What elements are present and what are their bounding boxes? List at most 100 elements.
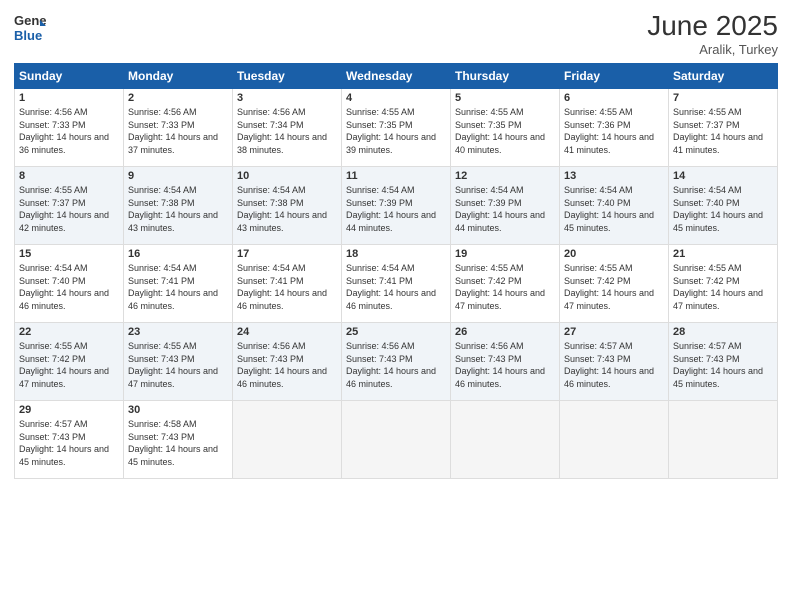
- day-info: Sunrise: 4:55 AMSunset: 7:36 PMDaylight:…: [564, 106, 664, 156]
- day-number: 5: [455, 92, 555, 104]
- day-number: 17: [237, 248, 337, 260]
- day-info: Sunrise: 4:55 AMSunset: 7:42 PMDaylight:…: [564, 262, 664, 312]
- day-number: 7: [673, 92, 773, 104]
- day-number: 20: [564, 248, 664, 260]
- col-header-tuesday: Tuesday: [233, 64, 342, 89]
- day-info: Sunrise: 4:54 AMSunset: 7:40 PMDaylight:…: [564, 184, 664, 234]
- day-number: 8: [19, 170, 119, 182]
- calendar-cell: 8Sunrise: 4:55 AMSunset: 7:37 PMDaylight…: [15, 167, 124, 245]
- day-number: 1: [19, 92, 119, 104]
- day-info: Sunrise: 4:56 AMSunset: 7:33 PMDaylight:…: [19, 106, 119, 156]
- calendar-cell: 21Sunrise: 4:55 AMSunset: 7:42 PMDayligh…: [669, 245, 778, 323]
- calendar-cell: 13 Sunrise: 4:54 AMSunset: 7:40 PMDayligh…: [560, 167, 669, 245]
- day-info: Sunrise: 4:54 AMSunset: 7:41 PMDaylight:…: [128, 262, 228, 312]
- week-row-1: 1 Sunrise: 4:56 AMSunset: 7:33 PMDaylight…: [15, 89, 778, 167]
- day-info: Sunrise: 4:54 AMSunset: 7:38 PMDaylight:…: [237, 184, 337, 234]
- day-info: Sunrise: 4:55 AMSunset: 7:42 PMDaylight:…: [455, 262, 555, 312]
- day-number: 3: [237, 92, 337, 104]
- calendar-cell: 16 Sunrise: 4:54 AMSunset: 7:41 PMDayligh…: [124, 245, 233, 323]
- day-number: 21: [673, 248, 773, 260]
- calendar-cell: 11 Sunrise: 4:54 AMSunset: 7:39 PMDayligh…: [342, 167, 451, 245]
- day-number: 28: [673, 326, 773, 338]
- calendar-cell: 23Sunrise: 4:55 AMSunset: 7:43 PMDayligh…: [124, 323, 233, 401]
- calendar-cell: 9 Sunrise: 4:54 AMSunset: 7:38 PMDaylight…: [124, 167, 233, 245]
- day-number: 12: [455, 170, 555, 182]
- week-row-5: 29Sunrise: 4:57 AMSunset: 7:43 PMDayligh…: [15, 401, 778, 479]
- month-year: June 2025: [647, 10, 778, 42]
- col-header-friday: Friday: [560, 64, 669, 89]
- day-info: Sunrise: 4:56 AMSunset: 7:34 PMDaylight:…: [237, 106, 337, 156]
- title-block: June 2025 Aralik, Turkey: [647, 10, 778, 57]
- calendar-cell: [451, 401, 560, 479]
- day-info: Sunrise: 4:58 AMSunset: 7:43 PMDaylight:…: [128, 418, 228, 468]
- day-number: 14: [673, 170, 773, 182]
- day-info: Sunrise: 4:56 AMSunset: 7:43 PMDaylight:…: [346, 340, 446, 390]
- day-info: Sunrise: 4:55 AMSunset: 7:37 PMDaylight:…: [673, 106, 773, 156]
- calendar-cell: 26 Sunrise: 4:56 AMSunset: 7:43 PMDayligh…: [451, 323, 560, 401]
- svg-text:Blue: Blue: [14, 28, 42, 43]
- calendar-cell: 27Sunrise: 4:57 AMSunset: 7:43 PMDayligh…: [560, 323, 669, 401]
- day-number: 24: [237, 326, 337, 338]
- week-row-4: 22Sunrise: 4:55 AMSunset: 7:42 PMDayligh…: [15, 323, 778, 401]
- day-number: 13: [564, 170, 664, 182]
- calendar-cell: 4 Sunrise: 4:55 AMSunset: 7:35 PMDaylight…: [342, 89, 451, 167]
- day-number: 2: [128, 92, 228, 104]
- day-info: Sunrise: 4:55 AMSunset: 7:35 PMDaylight:…: [346, 106, 446, 156]
- day-number: 16: [128, 248, 228, 260]
- day-info: Sunrise: 4:54 AMSunset: 7:40 PMDaylight:…: [673, 184, 773, 234]
- day-number: 26: [455, 326, 555, 338]
- day-number: 19: [455, 248, 555, 260]
- week-row-3: 15Sunrise: 4:54 AMSunset: 7:40 PMDayligh…: [15, 245, 778, 323]
- day-number: 25: [346, 326, 446, 338]
- calendar-cell: 3 Sunrise: 4:56 AMSunset: 7:34 PMDaylight…: [233, 89, 342, 167]
- calendar-cell: 18 Sunrise: 4:54 AMSunset: 7:41 PMDayligh…: [342, 245, 451, 323]
- calendar-cell: 5Sunrise: 4:55 AMSunset: 7:35 PMDaylight…: [451, 89, 560, 167]
- calendar: SundayMondayTuesdayWednesdayThursdayFrid…: [14, 63, 778, 479]
- calendar-cell: [669, 401, 778, 479]
- calendar-cell: 25 Sunrise: 4:56 AMSunset: 7:43 PMDayligh…: [342, 323, 451, 401]
- calendar-cell: 7 Sunrise: 4:55 AMSunset: 7:37 PMDaylight…: [669, 89, 778, 167]
- day-number: 15: [19, 248, 119, 260]
- day-info: Sunrise: 4:54 AMSunset: 7:39 PMDaylight:…: [346, 184, 446, 234]
- col-header-wednesday: Wednesday: [342, 64, 451, 89]
- day-number: 29: [19, 404, 119, 416]
- day-info: Sunrise: 4:54 AMSunset: 7:39 PMDaylight:…: [455, 184, 555, 234]
- calendar-cell: 6 Sunrise: 4:55 AMSunset: 7:36 PMDaylight…: [560, 89, 669, 167]
- day-number: 30: [128, 404, 228, 416]
- day-info: Sunrise: 4:57 AMSunset: 7:43 PMDaylight:…: [564, 340, 664, 390]
- calendar-cell: 14 Sunrise: 4:54 AMSunset: 7:40 PMDayligh…: [669, 167, 778, 245]
- calendar-cell: 19 Sunrise: 4:55 AMSunset: 7:42 PMDayligh…: [451, 245, 560, 323]
- calendar-cell: 30 Sunrise: 4:58 AMSunset: 7:43 PMDayligh…: [124, 401, 233, 479]
- calendar-cell: 10 Sunrise: 4:54 AMSunset: 7:38 PMDayligh…: [233, 167, 342, 245]
- header: GeneralBlue June 2025 Aralik, Turkey: [14, 10, 778, 57]
- day-number: 9: [128, 170, 228, 182]
- calendar-cell: 15Sunrise: 4:54 AMSunset: 7:40 PMDayligh…: [15, 245, 124, 323]
- col-header-saturday: Saturday: [669, 64, 778, 89]
- day-number: 23: [128, 326, 228, 338]
- col-header-thursday: Thursday: [451, 64, 560, 89]
- calendar-cell: 22Sunrise: 4:55 AMSunset: 7:42 PMDayligh…: [15, 323, 124, 401]
- calendar-cell: [233, 401, 342, 479]
- day-number: 10: [237, 170, 337, 182]
- day-number: 22: [19, 326, 119, 338]
- day-info: Sunrise: 4:56 AMSunset: 7:43 PMDaylight:…: [455, 340, 555, 390]
- calendar-cell: 29Sunrise: 4:57 AMSunset: 7:43 PMDayligh…: [15, 401, 124, 479]
- calendar-cell: 2Sunrise: 4:56 AMSunset: 7:33 PMDaylight…: [124, 89, 233, 167]
- logo-svg: GeneralBlue: [14, 10, 46, 46]
- day-info: Sunrise: 4:54 AMSunset: 7:38 PMDaylight:…: [128, 184, 228, 234]
- logo: GeneralBlue: [14, 10, 46, 46]
- day-number: 4: [346, 92, 446, 104]
- calendar-cell: 28 Sunrise: 4:57 AMSunset: 7:43 PMDayligh…: [669, 323, 778, 401]
- calendar-cell: [560, 401, 669, 479]
- day-number: 18: [346, 248, 446, 260]
- page: GeneralBlue June 2025 Aralik, Turkey Sun…: [0, 0, 792, 612]
- header-row: SundayMondayTuesdayWednesdayThursdayFrid…: [15, 64, 778, 89]
- calendar-cell: 24Sunrise: 4:56 AMSunset: 7:43 PMDayligh…: [233, 323, 342, 401]
- calendar-cell: 20 Sunrise: 4:55 AMSunset: 7:42 PMDayligh…: [560, 245, 669, 323]
- day-number: 11: [346, 170, 446, 182]
- calendar-cell: 12 Sunrise: 4:54 AMSunset: 7:39 PMDayligh…: [451, 167, 560, 245]
- day-info: Sunrise: 4:57 AMSunset: 7:43 PMDaylight:…: [673, 340, 773, 390]
- day-number: 6: [564, 92, 664, 104]
- location: Aralik, Turkey: [647, 42, 778, 57]
- day-info: Sunrise: 4:54 AMSunset: 7:41 PMDaylight:…: [346, 262, 446, 312]
